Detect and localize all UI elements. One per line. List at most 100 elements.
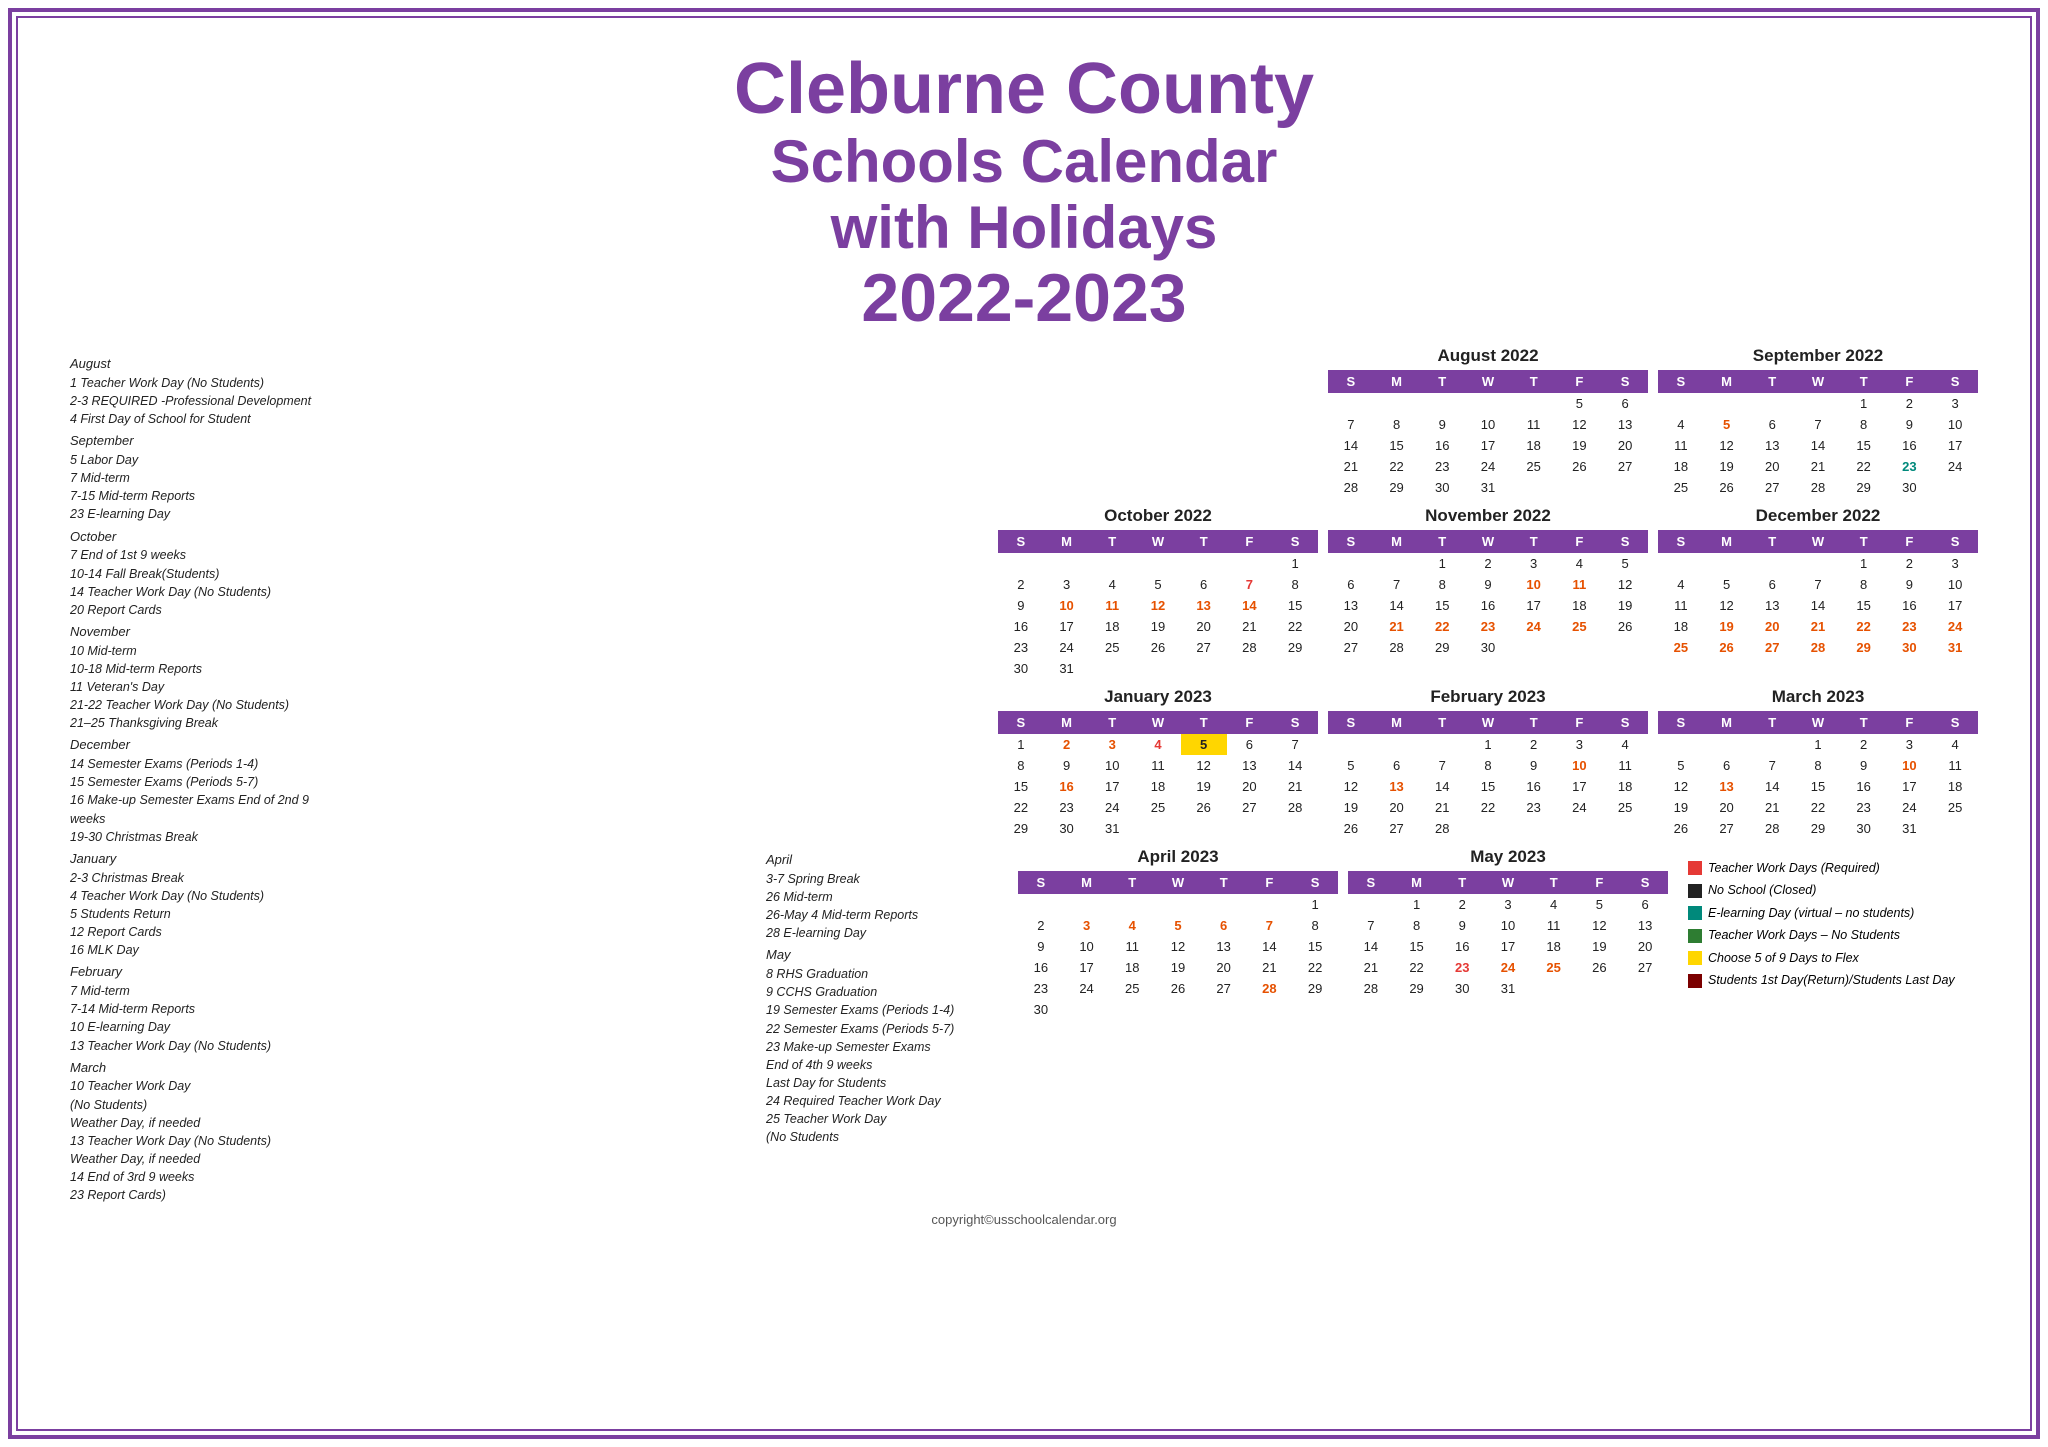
cal-day-cell	[1247, 894, 1293, 915]
cal-day-cell: 22	[1394, 957, 1440, 978]
cal-day-cell: 12	[1602, 574, 1648, 595]
legend-label: Students 1st Day(Return)/Students Last D…	[1708, 969, 1955, 992]
cal-day-cell: 11	[1511, 414, 1557, 435]
cal-day-cell: 16	[1841, 776, 1887, 797]
cal-day-cell: 25	[1511, 456, 1557, 477]
legend-label: E-learning Day (virtual – no students)	[1708, 902, 1914, 925]
cal-day-header: T	[1419, 711, 1465, 734]
cal-day-cell: 21	[1227, 616, 1273, 637]
cal-day-cell: 11	[1109, 936, 1155, 957]
cal-day-cell: 27	[1749, 477, 1795, 498]
note-item: 7-14 Mid-term Reports	[70, 1000, 340, 1018]
cal-day-cell	[1201, 999, 1247, 1020]
cal-day-cell	[1557, 477, 1603, 498]
cal-day-cell: 16	[1439, 936, 1485, 957]
month-header: December	[70, 736, 340, 755]
cal-day-cell: 3	[1064, 915, 1110, 936]
cal-day-header: F	[1557, 530, 1603, 553]
cal-day-cell: 15	[1841, 595, 1887, 616]
cal-day-cell: 23	[1465, 616, 1511, 637]
cal-day-cell: 4	[1658, 574, 1704, 595]
cal-day-header: F	[1557, 711, 1603, 734]
cal-day-cell: 3	[1932, 393, 1978, 414]
legend-label: Teacher Work Days (Required)	[1708, 857, 1880, 880]
note-item: 16 MLK Day	[70, 941, 340, 959]
cal-day-cell: 24	[1557, 797, 1603, 818]
cal-day-cell: 29	[1795, 818, 1841, 839]
cal-day-cell: 14	[1227, 595, 1273, 616]
cal-day-cell: 30	[1439, 978, 1485, 999]
cal-day-cell: 7	[1328, 414, 1374, 435]
cal-day-cell: 2	[1887, 393, 1933, 414]
cal-day-header: S	[1272, 711, 1318, 734]
cal-day-cell	[1557, 637, 1603, 658]
cal-day-cell	[1795, 553, 1841, 574]
note-item: 21-22 Teacher Work Day (No Students)	[70, 696, 340, 714]
cal-day-cell	[1109, 999, 1155, 1020]
cal-title: September 2022	[1658, 346, 1978, 366]
cal-day-cell: 10	[1044, 595, 1090, 616]
calendars-area: August 2022SMTWTFS5678910111213141516171…	[350, 346, 1978, 1204]
cal-day-cell	[1704, 393, 1750, 414]
note-item: 4 First Day of School for Student	[70, 410, 340, 428]
cal-day-cell: 7	[1227, 574, 1273, 595]
cal-day-cell: 27	[1622, 957, 1668, 978]
cal-day-cell: 18	[1658, 616, 1704, 637]
cal-title: May 2023	[1348, 847, 1668, 867]
cal-day-cell: 19	[1704, 616, 1750, 637]
cal-day-cell: 21	[1419, 797, 1465, 818]
title-line3: with Holidays	[40, 195, 2008, 261]
cal-day-cell: 19	[1557, 435, 1603, 456]
note-item: 2-3 Christmas Break	[70, 869, 340, 887]
cal-day-header: W	[1485, 871, 1531, 894]
cal-day-cell: 5	[1577, 894, 1623, 915]
note-item: 5 Students Return	[70, 905, 340, 923]
cal-day-cell: 18	[1531, 936, 1577, 957]
cal-day-cell: 30	[1465, 637, 1511, 658]
cal-day-cell: 9	[1887, 574, 1933, 595]
cal-day-header: T	[1511, 711, 1557, 734]
cal-day-cell: 8	[1374, 414, 1420, 435]
cal-day-cell	[1602, 637, 1648, 658]
cal-day-cell: 22	[1795, 797, 1841, 818]
cal-day-cell: 20	[1227, 776, 1273, 797]
cal-day-cell	[1135, 818, 1181, 839]
note-item: 19 Semester Exams (Periods 1-4)	[766, 1001, 1000, 1019]
cal-day-cell: 24	[1485, 957, 1531, 978]
cal-day-cell: 10	[1089, 755, 1135, 776]
cal-day-cell: 10	[1511, 574, 1557, 595]
cal-day-cell: 13	[1602, 414, 1648, 435]
cal-day-cell	[1749, 553, 1795, 574]
cal-day-header: S	[1602, 530, 1648, 553]
cal-day-cell: 13	[1749, 435, 1795, 456]
note-item: 14 Teacher Work Day (No Students)	[70, 583, 340, 601]
legend-label: Choose 5 of 9 Days to Flex	[1708, 947, 1859, 970]
cal-day-cell: 15	[1465, 776, 1511, 797]
cal-day-cell: 15	[1841, 435, 1887, 456]
cal-day-header: S	[1932, 370, 1978, 393]
cal-day-cell: 28	[1272, 797, 1318, 818]
cal-day-cell	[1795, 393, 1841, 414]
cal-day-header: F	[1887, 711, 1933, 734]
cal-day-cell: 13	[1622, 915, 1668, 936]
cal-day-cell: 19	[1577, 936, 1623, 957]
legend-item: E-learning Day (virtual – no students)	[1688, 902, 1978, 925]
cal-day-cell: 18	[1089, 616, 1135, 637]
cal-day-cell: 21	[1749, 797, 1795, 818]
cal-title: November 2022	[1328, 506, 1648, 526]
cal-day-cell: 24	[1044, 637, 1090, 658]
cal-day-cell: 13	[1749, 595, 1795, 616]
cal-title: April 2023	[1018, 847, 1338, 867]
cal-day-header: W	[1465, 370, 1511, 393]
month-header: November	[70, 623, 340, 642]
cal-day-header: T	[1749, 530, 1795, 553]
calendar-september: September 2022SMTWTFS1234567891011121314…	[1658, 346, 1978, 498]
legend-label: No School (Closed)	[1708, 879, 1816, 902]
cal-day-cell: 17	[1485, 936, 1531, 957]
cal-day-header: F	[1227, 711, 1273, 734]
cal-day-cell	[1181, 553, 1227, 574]
cal-day-cell: 17	[1044, 616, 1090, 637]
cal-day-header: S	[1658, 370, 1704, 393]
cal-day-cell: 9	[1419, 414, 1465, 435]
note-item: 19-30 Christmas Break	[70, 828, 340, 846]
